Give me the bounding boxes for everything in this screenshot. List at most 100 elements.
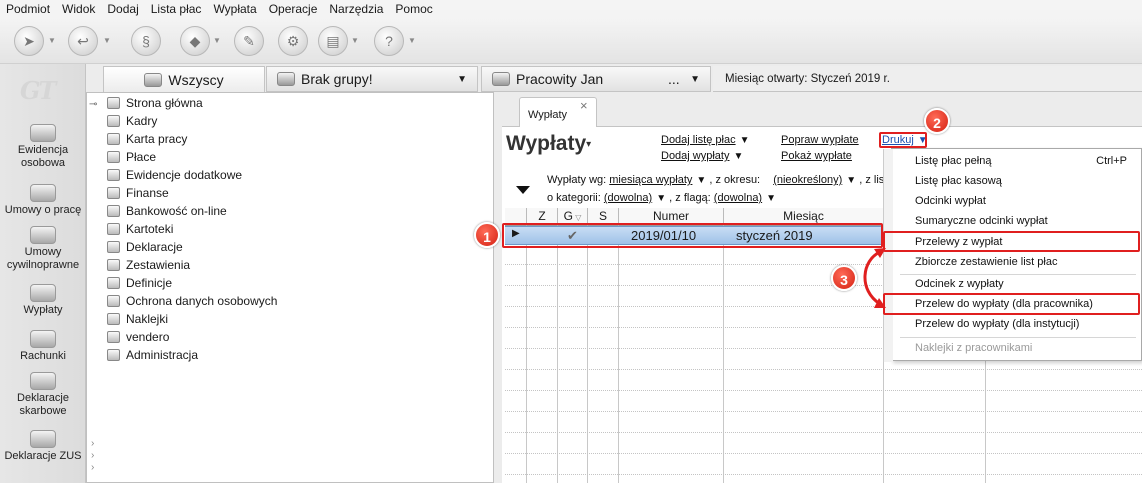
tree-label: Naklejki xyxy=(126,312,169,326)
nav-umowy-o-prace[interactable]: Umowy o pracę xyxy=(0,184,86,217)
tree-item-ewidencje-dodatkowe[interactable]: Ewidencje dodatkowe xyxy=(107,166,242,184)
tree-label: Strona główna xyxy=(126,96,203,110)
fix-payout-link[interactable]: Popraw wypłate xyxy=(781,134,859,146)
filter-kat-value[interactable]: (dowolna) xyxy=(604,192,652,204)
payroll-icon xyxy=(107,151,120,163)
menu-item-przelew-dla-instytucji[interactable]: Przelew do wypłaty (dla instytucji) xyxy=(915,314,1135,334)
menu-item-odcinki-wyplat[interactable]: Odcinki wypłat xyxy=(915,191,1135,211)
close-icon[interactable]: × xyxy=(580,98,588,113)
add-payroll-list-link[interactable]: Dodaj listę płac ▼ xyxy=(661,134,750,146)
tree-item-naklejki[interactable]: Naklejki xyxy=(107,310,168,328)
tag-icon[interactable]: ◆ xyxy=(180,26,210,56)
civil-contract-icon xyxy=(30,226,56,244)
employee-select[interactable]: Pracowity Jan ... ▼ xyxy=(481,66,711,92)
pin-icon[interactable]: ⊸ xyxy=(89,99,97,110)
chevron-down-icon[interactable]: ▼ xyxy=(457,74,467,85)
chevron-down-icon[interactable]: ▼ xyxy=(690,74,700,85)
tree-item-place[interactable]: Płace xyxy=(107,148,156,166)
nav-wyplaty[interactable]: Wypłaty xyxy=(0,284,86,317)
nav-deklaracje-zus[interactable]: Deklaracje ZUS xyxy=(0,430,86,463)
tree-item-vendero[interactable]: vendero xyxy=(107,328,169,346)
tree-item-kartoteki[interactable]: Kartoteki xyxy=(107,220,173,238)
chevron-down-icon[interactable]: ▼ xyxy=(408,36,416,45)
group-tab-all[interactable]: Wszyscy xyxy=(103,66,265,92)
definitions-icon xyxy=(107,277,120,289)
chevron-down-icon[interactable]: ▼ xyxy=(351,36,359,45)
menu-item-odcinek-z-wyplaty[interactable]: Odcinek z wypłaty xyxy=(915,274,1135,294)
menu-item-lista-plac-pelna[interactable]: Listę płac pełną Ctrl+P xyxy=(915,151,1135,171)
send-icon[interactable]: ➤ xyxy=(14,26,44,56)
menu-wyplata[interactable]: Wypłata xyxy=(207,2,262,16)
filter-wg-value[interactable]: miesiąca wypłaty xyxy=(609,174,692,186)
help-icon[interactable]: ? xyxy=(374,26,404,56)
zus-icon xyxy=(30,430,56,448)
menu-operacje[interactable]: Operacje xyxy=(263,2,324,16)
nav-rachunki[interactable]: Rachunki xyxy=(0,330,86,363)
filter-flaga-value[interactable]: (dowolna) xyxy=(714,192,762,204)
menu-item-sumaryczne-odcinki[interactable]: Sumaryczne odcinki wypłat xyxy=(915,211,1135,231)
filter-icon: ▽ xyxy=(572,213,582,222)
filter-label: Wypłaty wg: xyxy=(547,174,607,186)
person-icon xyxy=(30,124,56,142)
tree-label: Kartoteki xyxy=(126,222,174,236)
tree-item-kadry[interactable]: Kadry xyxy=(107,112,157,130)
tree-item-zestawienia[interactable]: Zestawienia xyxy=(107,256,190,274)
menu-narzedzia[interactable]: Narzędzia xyxy=(323,2,389,16)
menu-item-lista-plac-kasowa[interactable]: Listę płac kasową xyxy=(915,171,1135,191)
filter-okres-value[interactable]: (nieokreślony) xyxy=(773,174,842,186)
tree-label: Zestawienia xyxy=(126,258,191,272)
admin-icon xyxy=(107,349,120,361)
receive-icon[interactable]: ↩ xyxy=(68,26,98,56)
shield-icon xyxy=(107,295,120,307)
chevron-down-icon[interactable]: ▼ xyxy=(48,36,56,45)
menu-lista-plac[interactable]: Lista płac xyxy=(145,2,208,16)
nav-umowy-cywilnoprawne[interactable]: Umowy cywilnoprawne xyxy=(0,226,86,272)
menu-dodaj[interactable]: Dodaj xyxy=(101,2,144,16)
page-title[interactable]: Wypłaty▾ xyxy=(506,132,591,156)
nav-deklaracje-skarbowe[interactable]: Deklaracje skarbowe xyxy=(0,372,86,418)
tree-label: Płace xyxy=(126,150,157,164)
page-title-text: Wypłaty xyxy=(506,132,587,155)
nav-ewidencja-osobowa[interactable]: Ewidencja osobowa xyxy=(0,124,86,170)
tree-item-finanse[interactable]: Finanse xyxy=(107,184,169,202)
chevron-down-icon[interactable]: ▼ xyxy=(213,36,221,45)
sign-icon[interactable]: ✎ xyxy=(234,26,264,56)
group-all-label: Wszyscy xyxy=(168,71,224,88)
chevron-down-icon[interactable]: ▼ xyxy=(103,36,111,45)
tree-item-strona-glowna[interactable]: Strona główna xyxy=(107,94,203,112)
tree-item-bankowosc[interactable]: Bankowość on-line xyxy=(107,202,227,220)
chevron-down-icon[interactable]: ▼ xyxy=(846,175,856,186)
tree-label: vendero xyxy=(126,330,170,344)
tree-item-definicje[interactable]: Definicje xyxy=(107,274,172,292)
tree-item-ochrona-danych[interactable]: Ochrona danych osobowych xyxy=(107,292,277,310)
chevron-down-icon[interactable]: ▼ xyxy=(766,193,776,204)
tree-expand-arrows[interactable]: › › › xyxy=(91,438,94,474)
grid-row-line xyxy=(505,369,1142,370)
menu-pomoc[interactable]: Pomoc xyxy=(389,2,438,16)
tree-item-karta-pracy[interactable]: Karta pracy xyxy=(107,130,187,148)
stamp-icon[interactable]: § xyxy=(131,26,161,56)
tax-declaration-icon xyxy=(30,372,56,390)
tree-item-deklaracje[interactable]: Deklaracje xyxy=(107,238,183,256)
collapse-filters-icon[interactable] xyxy=(516,186,530,194)
tree-item-administracja[interactable]: Administracja xyxy=(107,346,198,364)
tab-wyplaty[interactable]: Wypłaty × xyxy=(519,97,597,127)
filter-line-2: o kategorii: (dowolna) ▼ , z flagą: (dowo… xyxy=(547,192,776,204)
link-text: Dodaj listę płac xyxy=(661,134,736,146)
menu-podmiot[interactable]: Podmiot xyxy=(0,2,56,16)
chevron-down-icon[interactable]: ▼ xyxy=(656,193,666,204)
add-payouts-link[interactable]: Dodaj wypłaty ▼ xyxy=(661,150,743,162)
tools-icon[interactable]: ⚙ xyxy=(278,26,308,56)
menu-item-zbiorcze-zestawienie[interactable]: Zbiorcze zestawienie list płac xyxy=(915,252,1135,272)
show-payout-link[interactable]: Pokaż wypłate xyxy=(781,150,852,162)
printer-icon[interactable]: ▤ xyxy=(318,26,348,56)
employee-more[interactable]: ... xyxy=(668,71,680,87)
chevron-down-icon[interactable]: ▼ xyxy=(696,175,706,186)
tree-label: Bankowość on-line xyxy=(126,204,227,218)
filter-label: , z okresu: xyxy=(709,174,761,186)
nav-label: Deklaracje ZUS xyxy=(4,450,82,462)
group-select[interactable]: Brak grupy! ▼ xyxy=(266,66,478,92)
menu-bar: Podmiot Widok Dodaj Lista płac Wypłata O… xyxy=(0,0,1142,18)
menu-widok[interactable]: Widok xyxy=(56,2,101,16)
bill-icon xyxy=(30,330,56,348)
